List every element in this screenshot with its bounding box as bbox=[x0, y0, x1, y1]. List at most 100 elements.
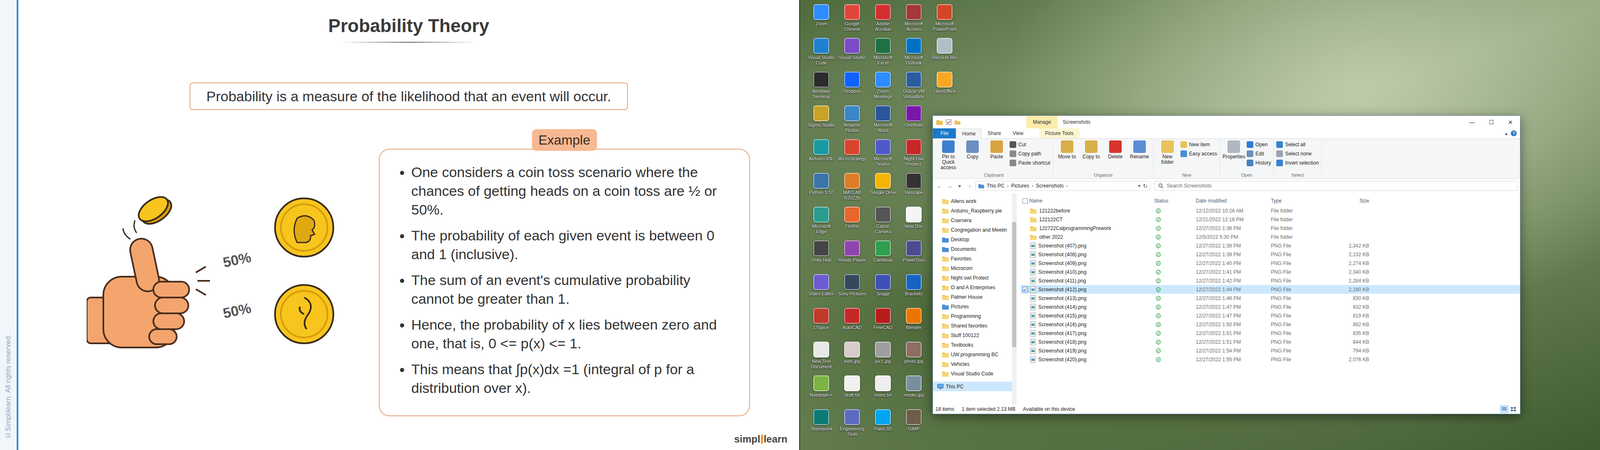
scrollbar[interactable] bbox=[1012, 192, 1017, 405]
navigation-item[interactable]: Stuff 100122 bbox=[932, 330, 1013, 340]
navigation-item[interactable]: Microcom bbox=[932, 263, 1013, 273]
file-row[interactable]: Screenshot (414).png12/27/2022 1:47 PMPN… bbox=[1020, 302, 1520, 312]
desktop-icon[interactable]: Amazon Photos bbox=[836, 103, 868, 138]
desktop-icon[interactable]: OneNote bbox=[898, 103, 930, 138]
navigation-item[interactable]: Night owl Protect bbox=[932, 272, 1013, 283]
desktop-icon[interactable]: Dropbox bbox=[836, 70, 868, 104]
desktop-icon[interactable]: Night Owl Protect bbox=[898, 137, 930, 172]
file-row[interactable]: Screenshot (420).png12/27/2022 1:55 PMPN… bbox=[1020, 355, 1520, 364]
file-row[interactable]: 122122CT12/21/2022 12:16 PMFile folder bbox=[1020, 215, 1520, 224]
navigation-item[interactable]: UW programming BC bbox=[932, 349, 1013, 360]
desktop-icon[interactable]: Brackets bbox=[898, 272, 930, 307]
window-control-button[interactable]: — bbox=[1462, 115, 1482, 129]
desktop-icon[interactable]: photo.jpg bbox=[898, 340, 930, 374]
navigation-item[interactable]: Arduino_Raspberry pie bbox=[932, 205, 1013, 216]
desktop-icon[interactable]: Microsoft Word bbox=[867, 103, 899, 138]
navigation-button[interactable]: ▾ bbox=[955, 182, 964, 190]
column-header[interactable]: Type bbox=[1270, 197, 1332, 204]
desktop-icon[interactable]: New Doc bbox=[898, 205, 930, 239]
ribbon-button[interactable]: Paste bbox=[985, 140, 1008, 160]
desktop-icon[interactable]: Zoom Meetings bbox=[867, 70, 899, 104]
file-row[interactable]: Screenshot (411).png12/27/2022 1:42 PMPN… bbox=[1020, 276, 1520, 285]
ribbon-button[interactable]: Edit bbox=[1246, 149, 1271, 158]
navigation-item[interactable]: Coarsera bbox=[932, 215, 1013, 225]
desktop-icon[interactable]: MicroStrategy bbox=[836, 137, 868, 172]
desktop-icon[interactable]: Paint 3D bbox=[867, 407, 899, 442]
desktop-icon[interactable]: Sigma Studio bbox=[805, 103, 837, 138]
ribbon-tab[interactable]: View bbox=[1006, 128, 1030, 139]
ribbon-button[interactable]: Easy access bbox=[1180, 149, 1218, 158]
breadcrumb-item[interactable]: Screenshots bbox=[1035, 182, 1064, 189]
ribbon-tab[interactable]: Share bbox=[981, 128, 1007, 139]
navigation-item[interactable]: This PC bbox=[932, 381, 1013, 392]
ribbon-button[interactable]: Select none bbox=[1276, 149, 1319, 158]
desktop-icon[interactable]: Ready Player bbox=[836, 238, 868, 273]
desktop-icon[interactable]: draft.txt bbox=[836, 373, 868, 408]
desktop-icon[interactable]: FreeCAD bbox=[867, 306, 899, 340]
manage-tab[interactable]: Manage bbox=[1026, 115, 1058, 129]
file-row[interactable]: Screenshot (417).png12/27/2022 1:51 PMPN… bbox=[1020, 328, 1520, 338]
file-row[interactable]: Screenshot (408).png12/27/2022 1:39 PMPN… bbox=[1020, 250, 1520, 259]
navigation-button[interactable]: → bbox=[945, 182, 954, 190]
desktop-icon[interactable]: Snagit bbox=[867, 272, 899, 307]
desktop-icon[interactable]: PowerToys bbox=[898, 238, 930, 273]
desktop-icon[interactable]: Visual Studio Code bbox=[805, 36, 837, 70]
window-control-button[interactable]: ✕ bbox=[1500, 115, 1520, 129]
properties-icon[interactable] bbox=[945, 119, 952, 125]
ribbon-button[interactable]: New folder bbox=[1156, 140, 1179, 165]
desktop-icon[interactable]: Microsoft Excel bbox=[867, 36, 899, 70]
file-row[interactable]: Screenshot (418).png12/27/2022 1:51 PMPN… bbox=[1020, 337, 1520, 347]
navigation-item[interactable]: Visual Studio Code bbox=[932, 368, 1013, 379]
navigation-item[interactable]: Programming bbox=[932, 311, 1013, 321]
ribbon-tab[interactable]: File bbox=[932, 128, 956, 139]
desktop-icon[interactable]: Microsoft Edge bbox=[805, 205, 837, 239]
desktop-icon[interactable]: Visual Studio bbox=[836, 36, 868, 70]
desktop-icon[interactable]: Recycle Bin bbox=[929, 36, 960, 70]
navigation-item[interactable]: Shared favorites bbox=[932, 320, 1013, 331]
file-row[interactable]: Screenshot (407).png12/27/2022 1:38 PMPN… bbox=[1020, 241, 1520, 250]
file-row[interactable]: Screenshot (410).png12/27/2022 1:41 PMPN… bbox=[1020, 267, 1520, 277]
ribbon-button[interactable]: Move to bbox=[1055, 140, 1079, 160]
desktop-icon[interactable]: notes.txt bbox=[867, 373, 899, 408]
desktop-icon[interactable]: Unity Hub bbox=[805, 238, 837, 273]
ribbon-tab[interactable]: Home bbox=[955, 128, 982, 139]
file-row[interactable]: 122722CalprogrammingPrework12/27/2022 1:… bbox=[1020, 223, 1520, 233]
desktop-icon[interactable]: render.jpg bbox=[898, 373, 930, 408]
ribbon-button[interactable]: Properties bbox=[1222, 140, 1245, 160]
ribbon-button[interactable]: Paste shortcut bbox=[1009, 158, 1051, 168]
window-control-button[interactable]: ☐ bbox=[1481, 115, 1501, 129]
column-header[interactable]: Status bbox=[1154, 197, 1196, 204]
select-all-checkbox[interactable] bbox=[1022, 198, 1028, 204]
desktop-icon[interactable]: LTspice bbox=[805, 306, 837, 340]
desktop-icon[interactable]: Python 3.10 bbox=[805, 171, 837, 205]
view-button[interactable] bbox=[1509, 405, 1518, 413]
refresh-button[interactable]: ↻ bbox=[1142, 182, 1148, 190]
desktop-icon[interactable]: todo.jpg bbox=[836, 340, 868, 374]
navigation-item[interactable]: Palmer House bbox=[932, 292, 1013, 302]
collapse-ribbon-button[interactable]: ▴ bbox=[1501, 128, 1511, 139]
ribbon-button[interactable]: Cut bbox=[1009, 140, 1051, 149]
desktop-icon[interactable]: Google Chrome bbox=[836, 2, 868, 37]
navigation-button[interactable]: ← bbox=[935, 182, 944, 190]
file-row[interactable]: other 202212/5/2022 5:30 PMFile folder bbox=[1020, 232, 1520, 242]
ribbon-button[interactable]: Select all bbox=[1276, 140, 1319, 149]
ribbon-button[interactable]: Delete bbox=[1104, 140, 1127, 160]
desktop-icon[interactable]: Engineering Tools bbox=[836, 407, 868, 442]
new-folder-icon[interactable] bbox=[954, 119, 961, 125]
file-row[interactable]: Screenshot (419).png12/27/2022 1:54 PMPN… bbox=[1020, 346, 1520, 355]
breadcrumb-item[interactable]: Pictures bbox=[1011, 182, 1030, 189]
desktop-icon[interactable]: MATLAB R2022b bbox=[836, 171, 868, 205]
desktop-icon[interactable]: Oracle VM VirtualBox bbox=[898, 70, 930, 104]
navigation-item[interactable]: Congregation and Meetin bbox=[932, 225, 1013, 235]
ribbon-button[interactable]: Invert selection bbox=[1276, 158, 1319, 168]
navigation-item[interactable]: O and A Enterprises bbox=[932, 282, 1013, 293]
ribbon-tab[interactable]: Picture Tools bbox=[1039, 128, 1080, 139]
desktop-icon[interactable]: Blender bbox=[898, 306, 930, 340]
column-header[interactable]: Date modified bbox=[1195, 197, 1271, 204]
navigation-item[interactable]: Textbooks bbox=[932, 340, 1013, 350]
search-field[interactable]: Search Screenshots bbox=[1154, 180, 1518, 191]
view-button[interactable] bbox=[1500, 405, 1509, 413]
navigation-item[interactable]: Documents bbox=[932, 244, 1013, 254]
column-header[interactable]: Name bbox=[1029, 197, 1155, 204]
ribbon-button[interactable]: Pin to Quick access bbox=[937, 140, 960, 171]
